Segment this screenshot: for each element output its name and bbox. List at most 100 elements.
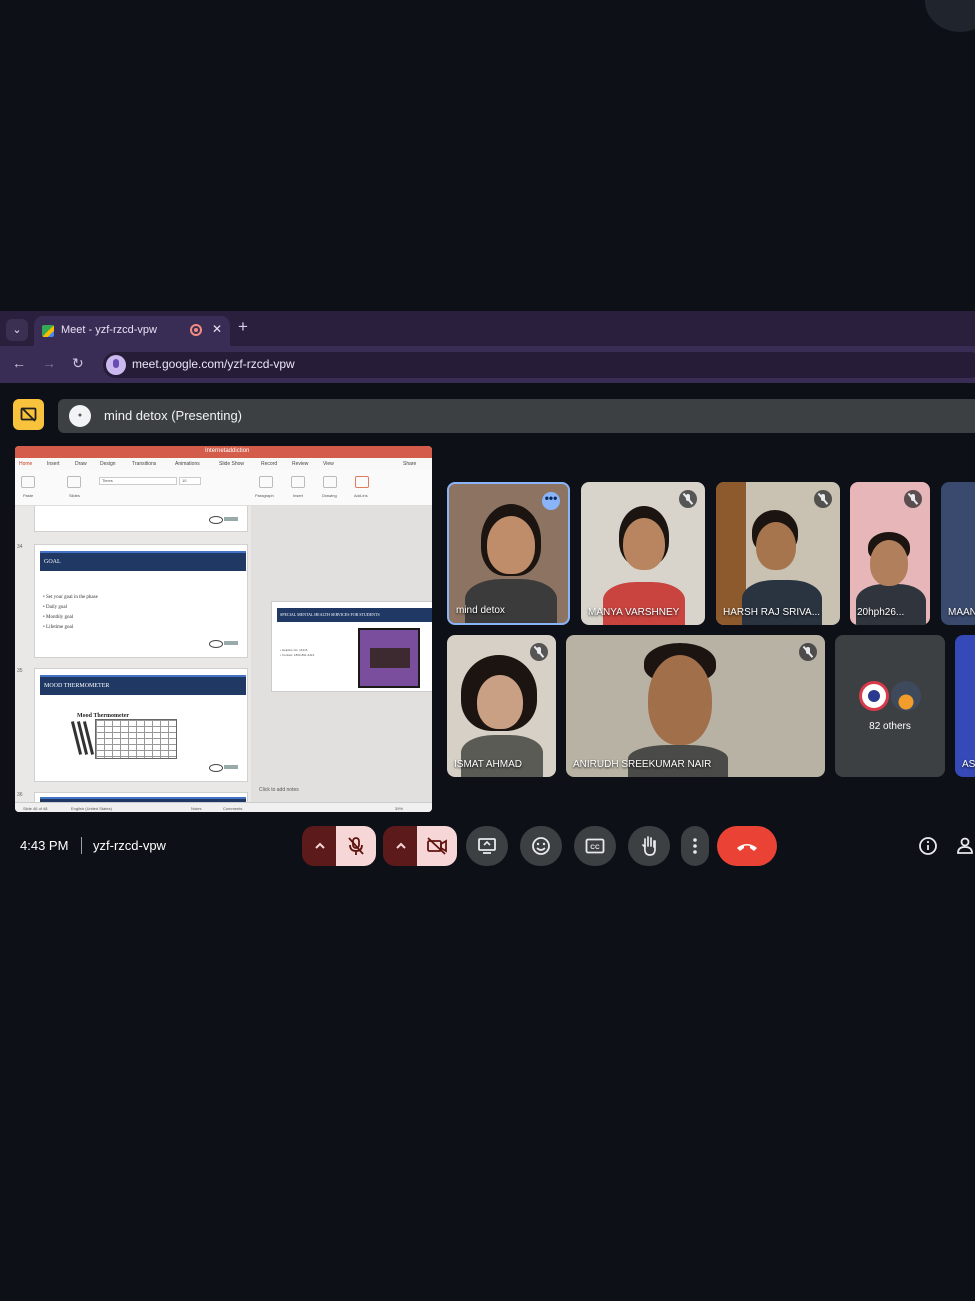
- ribbon-label-insert: Insert: [293, 493, 304, 498]
- participant-name: ANIRUDH SREEKUMAR NAIR: [573, 759, 712, 770]
- slide-body: • Helpline No: 14416 • Contact: 1800-891…: [280, 648, 315, 657]
- mood-table-image: [95, 719, 177, 759]
- new-tab-button[interactable]: +: [238, 317, 248, 337]
- shapes-icon[interactable]: [291, 476, 305, 488]
- participant-name: ISMAT AHMAD: [454, 759, 522, 770]
- menu-transitions[interactable]: Transitions: [132, 461, 156, 467]
- more-options-button[interactable]: [681, 826, 709, 866]
- menu-record[interactable]: Record: [261, 461, 277, 467]
- mic-off-icon: [904, 490, 922, 508]
- menu-home[interactable]: Home: [19, 461, 32, 467]
- slide-thumbnail-goal[interactable]: GOAL • Set your goal in the phase • Dail…: [34, 544, 248, 658]
- leave-call-button[interactable]: [717, 826, 777, 866]
- participant-tile-active[interactable]: ••• mind detox: [447, 482, 570, 625]
- comments-toggle[interactable]: Comments: [223, 806, 242, 811]
- participant-name: 20hph26...: [857, 607, 905, 618]
- presenter-label: mind detox (Presenting): [104, 408, 243, 423]
- ribbon-label-paragraph: Paragraph: [255, 493, 274, 498]
- slide-line: Contact: 1800-891-4416: [281, 653, 315, 657]
- present-button[interactable]: [466, 826, 508, 866]
- reactions-button[interactable]: [520, 826, 562, 866]
- participant-tile[interactable]: ISMAT AHMAD: [447, 635, 556, 777]
- slide-number: 35: [17, 668, 23, 674]
- camera-off-icon: [427, 837, 447, 855]
- participant-tile[interactable]: MANYA VARSHNEY: [581, 482, 705, 625]
- camera-toggle-button[interactable]: [417, 826, 457, 866]
- slide-thumbnail[interactable]: [34, 506, 248, 532]
- menu-slide-show[interactable]: Slide Show: [219, 461, 244, 467]
- participant-name: AS: [962, 759, 975, 770]
- participant-tile[interactable]: ANIRUDH SREEKUMAR NAIR: [566, 635, 825, 777]
- menu-view[interactable]: View: [323, 461, 334, 467]
- slide-thumbnail[interactable]: [34, 792, 248, 802]
- menu-insert[interactable]: Insert: [47, 461, 60, 467]
- add-ins-icon[interactable]: [355, 476, 369, 488]
- bullet: Lifetime goal: [46, 625, 74, 630]
- others-count: 82 others: [869, 721, 911, 732]
- chevron-down-icon[interactable]: ⌄: [6, 319, 28, 341]
- participant-tile[interactable]: 20hph26...: [850, 482, 930, 625]
- font-size-select[interactable]: 10: [179, 477, 201, 485]
- info-icon[interactable]: [918, 836, 938, 856]
- url-field[interactable]: meet.google.com/yzf-rzcd-vpw: [103, 352, 975, 378]
- notes-placeholder[interactable]: Click to add notes: [259, 787, 299, 793]
- bullet: Set your goal in the phase: [46, 595, 98, 600]
- slide-header: GOAL: [40, 551, 246, 571]
- participant-avatar: [891, 681, 921, 711]
- participant-name: mind detox: [456, 605, 505, 616]
- more-options-icon[interactable]: •••: [542, 492, 560, 510]
- tab-strip: ⌄ Meet - yzf-rzcd-vpw ✕ +: [0, 311, 975, 346]
- raise-hand-button[interactable]: [628, 826, 670, 866]
- bullet: Daily goal: [46, 605, 67, 610]
- reload-icon[interactable]: ↻: [72, 355, 84, 372]
- paste-icon[interactable]: [21, 476, 35, 488]
- audio-options-button[interactable]: [302, 826, 338, 866]
- stop-presenting-button[interactable]: [13, 399, 44, 430]
- captions-icon: CC: [585, 838, 605, 854]
- slide-editor-canvas: SPECIAL MENTAL HEALTH SERVICES FOR STUDE…: [251, 506, 432, 802]
- new-slide-icon[interactable]: [67, 476, 81, 488]
- participant-avatar: [859, 681, 889, 711]
- institute-logo: [209, 639, 239, 648]
- people-icon[interactable]: [956, 836, 975, 856]
- menu-draw[interactable]: Draw: [75, 461, 87, 467]
- institute-logo: [209, 515, 239, 524]
- participant-name: MANYA VARSHNEY: [588, 607, 680, 618]
- presentation-status-bar: Slide 46 of 48 English (United States) N…: [15, 802, 432, 812]
- mic-off-icon: [679, 490, 697, 508]
- slide-thumbnail-mood-thermometer[interactable]: MOOD THERMOMETER Mood Thermometer: [34, 668, 248, 782]
- menu-animations[interactable]: Animations: [175, 461, 200, 467]
- meeting-controls-bar: 4:43 PM yzf-rzcd-vpw CC: [0, 818, 975, 878]
- captions-button[interactable]: CC: [574, 826, 616, 866]
- others-tile[interactable]: 82 others: [835, 635, 945, 777]
- current-slide[interactable]: SPECIAL MENTAL HEALTH SERVICES FOR STUDE…: [271, 601, 432, 692]
- menu-review[interactable]: Review: [292, 461, 308, 467]
- participant-face: [477, 675, 523, 729]
- ribbon-label-add-ins: Add-ins: [354, 493, 368, 498]
- presentation-ribbon: Times 10 Paste Slides Paragraph Insert D…: [15, 470, 432, 506]
- participant-tile[interactable]: AS: [955, 635, 975, 777]
- mic-off-icon: [799, 643, 817, 661]
- more-vert-icon: [693, 838, 697, 854]
- drawing-icon[interactable]: [323, 476, 337, 488]
- notes-toggle[interactable]: Notes: [191, 806, 201, 811]
- menu-design[interactable]: Design: [100, 461, 116, 467]
- clock: 4:43 PM: [20, 838, 69, 853]
- recording-indicator-icon: [190, 324, 202, 336]
- font-name-select[interactable]: Times: [99, 477, 177, 485]
- slide-bullets: • Set your goal in the phase • Daily goa…: [43, 595, 98, 630]
- paragraph-icon[interactable]: [259, 476, 273, 488]
- video-options-button[interactable]: [383, 826, 419, 866]
- close-tab-icon[interactable]: ✕: [212, 322, 222, 336]
- browser-tab-meet[interactable]: Meet - yzf-rzcd-vpw ✕: [34, 316, 230, 346]
- arrow-left-icon[interactable]: ←: [12, 355, 26, 371]
- slide-count: Slide 46 of 48: [23, 806, 48, 811]
- mic-toggle-button[interactable]: [336, 826, 376, 866]
- arrow-right-icon[interactable]: →: [42, 355, 56, 371]
- share-button[interactable]: Share: [403, 461, 416, 467]
- site-mic-icon[interactable]: [106, 355, 126, 375]
- participant-tile[interactable]: MAAN: [941, 482, 975, 625]
- slide-line: Helpline No: 14416: [281, 648, 308, 652]
- participant-tile[interactable]: HARSH RAJ SRIVA...: [716, 482, 840, 625]
- address-bar: ← → ↻ meet.google.com/yzf-rzcd-vpw: [0, 346, 975, 383]
